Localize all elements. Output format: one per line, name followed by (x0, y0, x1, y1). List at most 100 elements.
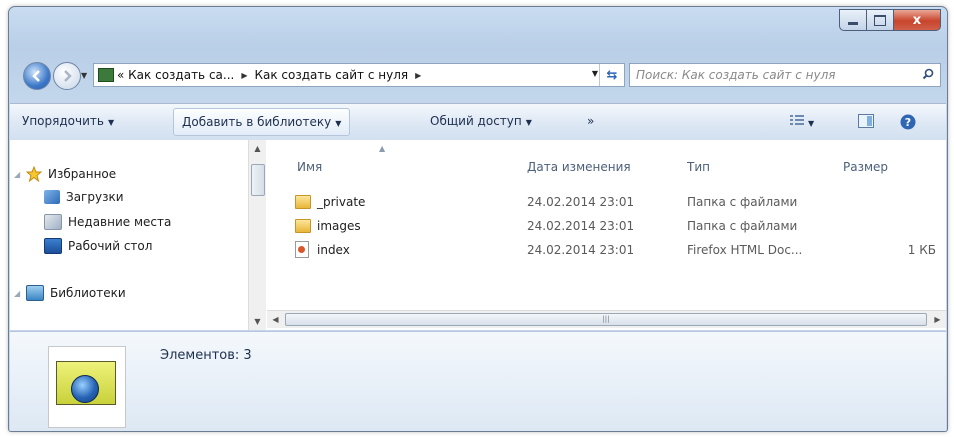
organize-menu[interactable]: Упорядочить ▼ (22, 114, 114, 128)
html-document-icon (295, 241, 309, 258)
organize-label: Упорядочить (22, 114, 104, 128)
share-menu[interactable]: Общий доступ ▼ (430, 114, 532, 128)
file-date: 24.02.2014 23:01 (527, 195, 635, 209)
forward-button[interactable] (53, 62, 81, 90)
table-row[interactable]: images 24.02.2014 23:01 Папка с файлами (267, 215, 946, 239)
close-button[interactable]: x (893, 9, 941, 31)
file-size: 1 КБ (907, 243, 936, 257)
scroll-right-icon[interactable]: ▶ (929, 311, 946, 328)
help-button[interactable]: ? (900, 114, 916, 133)
breadcrumb-separator-icon[interactable]: ▶ (241, 71, 247, 80)
nav-item-recent-places[interactable]: Недавние места (44, 214, 171, 230)
column-header-name[interactable]: Имя (297, 160, 322, 174)
file-name: _private (317, 195, 366, 209)
sort-indicator-icon: ▲ (379, 144, 386, 153)
arrow-left-icon (32, 70, 40, 82)
details-pane: Элементов: 3 (10, 331, 946, 431)
folder-icon (295, 195, 311, 209)
view-options-button[interactable]: ▼ (790, 114, 814, 129)
nav-item-downloads[interactable]: Загрузки (44, 190, 124, 204)
scroll-left-icon[interactable]: ◀ (267, 311, 284, 328)
svg-text:?: ? (905, 116, 911, 129)
nav-label: Избранное (48, 167, 117, 181)
nav-item-favorites[interactable]: ◢ Избранное (14, 166, 116, 182)
item-count: Элементов: 3 (160, 348, 252, 363)
refresh-button[interactable]: ⇆ (599, 64, 624, 86)
chevron-down-icon: ▼ (335, 119, 342, 128)
navigation-row: ▼ « Как создать са... ▶ Как создать сайт… (9, 59, 947, 93)
address-overflow-chevron: « (117, 68, 129, 82)
chevron-down-icon: ▼ (808, 119, 815, 128)
chevron-down-icon: ▼ (107, 118, 115, 127)
nav-item-libraries[interactable]: ◢ Библиотеки (14, 285, 126, 301)
close-icon: x (912, 12, 922, 28)
recent-pages-dropdown[interactable]: ▼ (81, 71, 87, 80)
star-icon (26, 166, 42, 182)
nav-label: Библиотеки (50, 286, 126, 300)
caption-buttons: x (839, 9, 941, 31)
file-list: ▲ Имя Дата изменения Тип Размер _private… (267, 140, 946, 330)
file-type: Папка с файлами (687, 219, 798, 233)
table-row[interactable]: _private 24.02.2014 23:01 Папка с файлам… (267, 191, 946, 215)
desktop-icon (44, 238, 62, 254)
scroll-thumb[interactable]: ||| (285, 313, 927, 326)
nav-item-desktop[interactable]: Рабочий стол (44, 238, 152, 254)
navigation-pane: ◢ Избранное Загрузки Недавние места Рабо… (10, 140, 266, 330)
address-bar[interactable]: « Как создать са... ▶ Как создать сайт с… (93, 63, 625, 87)
table-row[interactable]: index 24.02.2014 23:01 Firefox HTML Doc.… (267, 239, 946, 263)
search-box[interactable]: Поиск: Как создать сайт с нуля (629, 63, 941, 87)
refresh-icon: ⇆ (606, 67, 618, 83)
expand-icon[interactable]: ◢ (14, 289, 26, 298)
maximize-button[interactable] (866, 9, 893, 31)
downloads-icon (44, 190, 60, 204)
file-name: images (317, 219, 361, 233)
share-label: Общий доступ (430, 114, 522, 128)
address-dropdown-icon[interactable]: ▼ (592, 69, 598, 78)
file-date: 24.02.2014 23:01 (527, 243, 635, 257)
add-to-library-menu[interactable]: Добавить в библиотеку ▼ (173, 108, 351, 136)
column-header-type[interactable]: Тип (687, 160, 710, 174)
folder-icon (295, 219, 311, 233)
command-bar: Упорядочить ▼ Добавить в библиотеку ▼ Общи… (10, 103, 946, 141)
back-button[interactable] (23, 62, 51, 90)
location-icon (98, 68, 114, 82)
column-header-size[interactable]: Размер (843, 160, 888, 174)
nav-label: Загрузки (66, 190, 124, 204)
breadcrumb-item-1[interactable]: Как создать са... (128, 68, 234, 82)
file-name: index (317, 243, 350, 257)
expand-icon[interactable]: ◢ (14, 170, 26, 179)
search-input[interactable]: Поиск: Как создать сайт с нуля (630, 68, 916, 82)
horizontal-scrollbar[interactable]: ◀ ||| ▶ (267, 310, 946, 328)
file-type: Firefox HTML Doc... (687, 243, 803, 257)
breadcrumb-item-2[interactable]: Как создать сайт с нуля (255, 68, 409, 82)
search-icon[interactable] (916, 68, 940, 83)
minimize-icon (848, 21, 858, 25)
libraries-icon (26, 285, 44, 301)
title-bar: x (9, 7, 947, 51)
preview-pane-icon (858, 114, 874, 128)
column-header-date[interactable]: Дата изменения (527, 160, 631, 174)
view-icon (790, 115, 804, 125)
add-to-library-label: Добавить в библиотеку (182, 115, 332, 129)
scroll-up-icon[interactable]: ▲ (249, 140, 266, 157)
breadcrumb-separator-icon[interactable]: ▶ (415, 71, 421, 80)
recent-places-icon (44, 214, 62, 230)
scroll-thumb[interactable] (251, 164, 265, 196)
vertical-scrollbar[interactable]: ▲ ▼ (248, 140, 266, 330)
maximize-icon (874, 14, 886, 26)
explorer-window: x ▼ « Как создать са... ▶ Как создать са… (8, 6, 948, 432)
file-date: 24.02.2014 23:01 (527, 219, 635, 233)
nav-label: Недавние места (68, 215, 172, 229)
nav-label: Рабочий стол (68, 239, 153, 253)
chevron-down-icon: ▼ (525, 118, 532, 127)
minimize-button[interactable] (839, 9, 866, 31)
help-icon: ? (900, 114, 916, 130)
globe-icon (71, 375, 99, 403)
arrow-right-icon (64, 70, 72, 82)
preview-pane-button[interactable] (858, 114, 874, 131)
file-type: Папка с файлами (687, 195, 798, 209)
main-area: ◢ Избранное Загрузки Недавние места Рабо… (10, 140, 946, 330)
folder-preview (48, 346, 126, 428)
more-commands-button[interactable]: » (587, 114, 594, 128)
scroll-down-icon[interactable]: ▼ (249, 313, 266, 330)
